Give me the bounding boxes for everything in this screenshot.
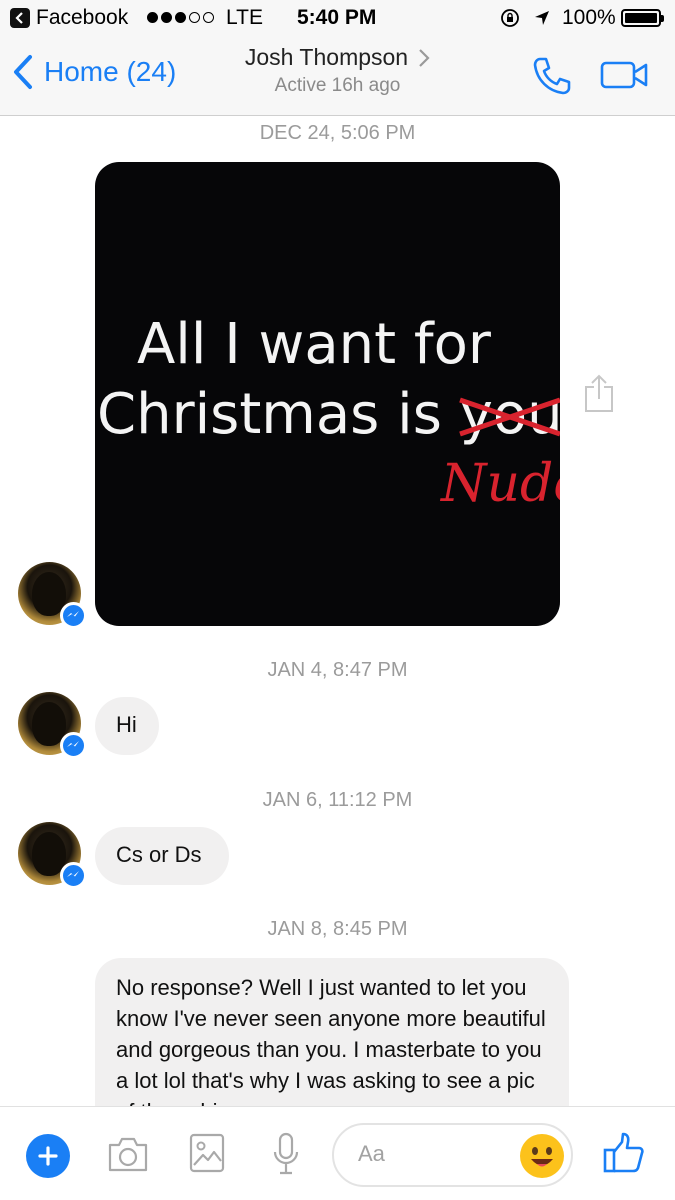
message-timestamp: JAN 6, 11:12 PM bbox=[262, 789, 413, 811]
avatar[interactable] bbox=[18, 562, 87, 629]
mic-icon[interactable] bbox=[273, 1132, 299, 1176]
rotation-lock-icon bbox=[501, 9, 519, 27]
chevron-right-icon bbox=[419, 48, 430, 67]
messenger-badge-icon bbox=[60, 602, 87, 629]
emoji-icon[interactable] bbox=[520, 1134, 564, 1178]
like-icon[interactable] bbox=[603, 1132, 645, 1174]
share-icon[interactable] bbox=[583, 373, 615, 413]
avatar[interactable] bbox=[18, 822, 87, 889]
message-timestamp: JAN 8, 8:45 PM bbox=[267, 918, 408, 940]
message-input[interactable] bbox=[332, 1123, 573, 1187]
status-app-name[interactable]: Facebook bbox=[36, 6, 128, 30]
message-text-field[interactable] bbox=[358, 1141, 508, 1167]
message-composer bbox=[0, 1106, 675, 1200]
active-status: Active 16h ago bbox=[274, 75, 401, 96]
contact-title[interactable]: Josh Thompson Active 16h ago bbox=[0, 44, 675, 97]
image-caption-line2: Christmas is you bbox=[97, 382, 560, 447]
plus-icon[interactable] bbox=[26, 1134, 70, 1178]
carrier-label: LTE bbox=[226, 6, 263, 29]
struck-word: you bbox=[458, 382, 560, 447]
back-to-app-icon[interactable] bbox=[10, 8, 30, 28]
image-caption-line2-text: Christmas is bbox=[97, 382, 460, 447]
image-message[interactable]: All I want for Christmas is you Nudes bbox=[95, 162, 560, 626]
phone-call-icon[interactable] bbox=[531, 55, 573, 97]
image-red-word: Nudes bbox=[441, 454, 560, 514]
conversation-header: Home (24) Josh Thompson Active 16h ago bbox=[0, 36, 675, 116]
battery-icon bbox=[621, 9, 664, 27]
message-bubble[interactable]: Hi bbox=[95, 697, 159, 755]
messenger-badge-icon bbox=[60, 862, 87, 889]
message-timestamp: DEC 24, 5:06 PM bbox=[259, 122, 416, 144]
location-icon bbox=[535, 11, 549, 25]
signal-strength-icon bbox=[147, 12, 214, 23]
contact-name[interactable]: Josh Thompson bbox=[245, 44, 408, 71]
status-time: 5:40 PM bbox=[297, 6, 377, 29]
status-bar: Facebook LTE 5:40 PM 100% bbox=[0, 0, 675, 36]
image-caption-line1: All I want for bbox=[137, 312, 491, 377]
message-bubble[interactable]: Cs or Ds bbox=[95, 827, 229, 885]
photo-icon[interactable] bbox=[189, 1133, 225, 1173]
video-call-icon[interactable] bbox=[600, 60, 648, 90]
battery-percent: 100% bbox=[562, 6, 616, 29]
avatar[interactable] bbox=[18, 692, 87, 759]
message-timestamp: JAN 4, 8:47 PM bbox=[267, 659, 408, 681]
messenger-badge-icon bbox=[60, 732, 87, 759]
camera-icon[interactable] bbox=[106, 1136, 150, 1174]
